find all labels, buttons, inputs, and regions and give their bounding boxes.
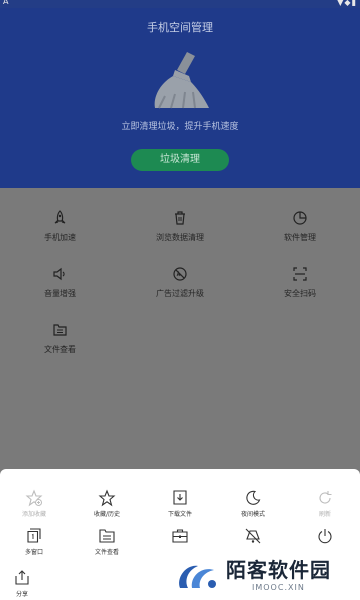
menu-night-mode[interactable]: 夜间模式 — [223, 489, 283, 518]
pie-chart-icon — [293, 211, 307, 225]
rocket-icon — [54, 210, 66, 224]
tool-phone-boost[interactable]: 手机加速 — [10, 210, 110, 256]
tool-label: 文件查看 — [44, 345, 76, 354]
page-title: 手机空间管理 — [147, 21, 213, 34]
menu-exit[interactable] — [295, 527, 355, 547]
ad-block-icon — [173, 267, 187, 281]
share-icon — [15, 570, 29, 585]
menu-downloads[interactable]: 下载文件 — [150, 489, 210, 518]
hero-subtitle: 立即清理垃圾，提升手机速度 — [121, 122, 239, 132]
menu-bookmarks-history[interactable]: 收藏/历史 — [77, 489, 137, 518]
menu-label: 下载文件 — [167, 511, 192, 518]
space-manager-header: 手机空间管理 立即清理垃圾，提升手机速度 垃圾清理 — [0, 8, 360, 188]
tool-label: 广告过滤升级 — [156, 289, 204, 298]
scan-icon — [293, 267, 307, 281]
menu-label: 分享 — [15, 591, 28, 598]
tool-label: 软件管理 — [284, 233, 316, 242]
watermark-text: 陌客软件园 — [226, 558, 331, 582]
menu-no-image-mode[interactable] — [223, 527, 283, 547]
star-icon — [98, 489, 116, 507]
menu-label: 添加收藏 — [21, 511, 46, 518]
power-icon — [318, 529, 332, 544]
menu-multi-window[interactable]: 多窗口 — [4, 527, 64, 556]
windows-icon — [27, 528, 41, 543]
watermark-url: IMOOC.XIN — [252, 583, 305, 592]
menu-toolbox[interactable] — [150, 527, 210, 547]
tool-app-manager[interactable]: 软件管理 — [250, 210, 350, 256]
tools-grid: 手机加速 浏览数据清理 软件管理 音量增强 广告过滤升级 安全扫码 文件查看 — [0, 188, 360, 470]
menu-add-bookmark[interactable]: 添加收藏 — [4, 489, 64, 518]
menu-label: 收藏/历史 — [93, 511, 121, 518]
tool-browse-data-clean[interactable]: 浏览数据清理 — [130, 210, 230, 256]
star-add-icon — [25, 489, 43, 507]
speaker-icon — [53, 267, 65, 281]
menu-label: 夜间模式 — [240, 511, 265, 518]
status-icons: ▼◆▮ — [337, 0, 357, 7]
file-list-icon — [99, 529, 115, 543]
tool-safe-scan[interactable]: 安全扫码 — [250, 266, 350, 312]
menu-label: 刷新 — [318, 511, 331, 518]
menu-refresh[interactable]: 刷新 — [295, 489, 355, 518]
tool-file-viewer[interactable]: 文件查看 — [10, 322, 110, 368]
trash-icon — [175, 211, 185, 225]
broom-icon — [154, 52, 209, 109]
refresh-icon — [319, 491, 332, 504]
menu-share[interactable]: 分享 — [0, 569, 52, 598]
tool-volume-boost[interactable]: 音量增强 — [10, 266, 110, 312]
site-logo — [179, 565, 216, 588]
folder-icon — [53, 324, 67, 336]
menu-label: 文件查看 — [94, 549, 119, 556]
moon-icon — [246, 490, 261, 505]
tool-label: 安全扫码 — [284, 289, 316, 298]
tool-label: 手机加速 — [44, 233, 76, 242]
status-bar: A ▼◆▮ — [0, 0, 360, 8]
junk-clean-button[interactable]: 垃圾清理 — [131, 149, 229, 171]
tool-label: 浏览数据清理 — [156, 233, 204, 242]
menu-file-viewer[interactable]: 文件查看 — [77, 527, 137, 556]
watermark: 陌客软件园 IMOOC.XIN — [160, 550, 360, 600]
toolbox-icon — [172, 529, 188, 543]
tool-ad-filter-upgrade[interactable]: 广告过滤升级 — [130, 266, 230, 312]
no-image-icon — [245, 528, 261, 544]
status-indicator: A — [3, 0, 9, 6]
menu-label: 多窗口 — [24, 549, 43, 556]
tool-label: 音量增强 — [44, 289, 76, 298]
download-icon — [173, 490, 187, 505]
